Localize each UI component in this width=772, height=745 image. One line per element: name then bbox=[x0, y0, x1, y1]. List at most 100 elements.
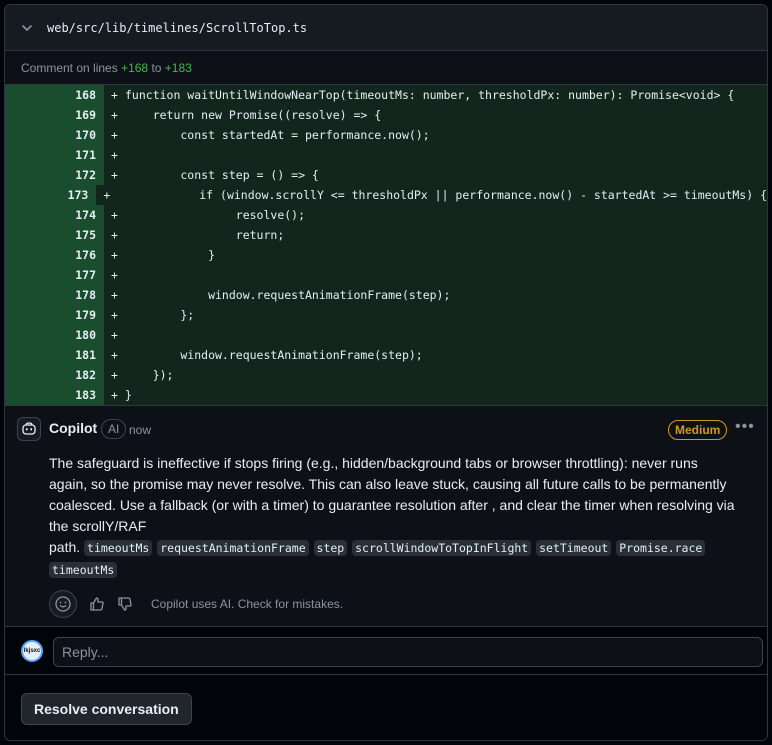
line-number[interactable]: 179 bbox=[5, 305, 104, 325]
line-number[interactable]: 175 bbox=[5, 225, 104, 245]
smiley-icon bbox=[55, 596, 71, 612]
diff-line[interactable]: 174 + resolve(); bbox=[5, 205, 767, 225]
copilot-avatar[interactable] bbox=[17, 417, 41, 441]
reply-input[interactable] bbox=[53, 637, 763, 667]
file-header[interactable]: web/src/lib/timelines/ScrollToTop.ts bbox=[5, 5, 767, 51]
code-text: resolve(); bbox=[125, 208, 306, 222]
diff-code-block: 168 + function waitUntilWindowNearTop(time… bbox=[5, 85, 767, 405]
diff-line[interactable]: 181 + window.requestAnimationFrame(step); bbox=[5, 345, 767, 365]
code-text: const startedAt = performance.now(); bbox=[125, 128, 430, 142]
line-number[interactable]: 180 bbox=[5, 325, 104, 345]
addition-marker: + bbox=[111, 168, 118, 182]
inline-code-ref: scrollWindowToTopInFlight bbox=[352, 540, 532, 556]
addition-marker: + bbox=[111, 88, 118, 102]
inline-code-ref: requestAnimationFrame bbox=[157, 540, 309, 556]
inline-code-ref: timeoutMs bbox=[84, 540, 153, 556]
comment-line-range: Comment on lines +168 to +183 bbox=[5, 51, 767, 85]
addition-marker: + bbox=[111, 368, 118, 382]
comment-on-label: Comment on lines bbox=[21, 60, 118, 75]
path-word: path. bbox=[49, 539, 81, 555]
diff-line[interactable]: 176 + } bbox=[5, 245, 767, 265]
line-number[interactable]: 169 bbox=[5, 105, 104, 125]
diff-line[interactable]: 177 + bbox=[5, 265, 767, 285]
inline-code-ref: setTimeout bbox=[536, 540, 612, 556]
thread-footer: Resolve conversation bbox=[5, 675, 767, 740]
addition-marker: + bbox=[111, 328, 118, 342]
addition-marker: + bbox=[111, 308, 118, 322]
thumbs-up-icon bbox=[90, 597, 104, 611]
addition-marker: + bbox=[111, 348, 118, 362]
copilot-icon bbox=[22, 422, 36, 435]
line-number[interactable]: 174 bbox=[5, 205, 104, 225]
line-number[interactable]: 170 bbox=[5, 125, 104, 145]
code-text: window.requestAnimationFrame(step); bbox=[125, 288, 451, 302]
line-range-end: +183 bbox=[164, 60, 192, 75]
code-text: const step = () => { bbox=[125, 168, 319, 182]
addition-marker: + bbox=[111, 128, 118, 142]
line-number[interactable]: 181 bbox=[5, 345, 104, 365]
diff-line[interactable]: 170 + const startedAt = performance.now()… bbox=[5, 125, 767, 145]
chevron-down-icon[interactable] bbox=[19, 20, 35, 36]
line-number[interactable]: 182 bbox=[5, 365, 104, 385]
code-text: }; bbox=[125, 308, 195, 322]
code-text: } bbox=[125, 248, 216, 262]
addition-marker: + bbox=[111, 248, 118, 262]
line-number[interactable]: 171 bbox=[5, 145, 104, 165]
comment-code-refs: path. timeoutMs requestAnimationFrame st… bbox=[49, 537, 749, 581]
diff-line[interactable]: 175 + return; bbox=[5, 225, 767, 245]
diff-line[interactable]: 168 + function waitUntilWindowNearTop(time… bbox=[5, 85, 767, 105]
line-number[interactable]: 172 bbox=[5, 165, 104, 185]
diff-line[interactable]: 183 +} bbox=[5, 385, 767, 405]
line-number[interactable]: 177 bbox=[5, 265, 104, 285]
diff-line[interactable]: 172 + const step = () => { bbox=[5, 165, 767, 185]
line-number[interactable]: 168 bbox=[5, 85, 104, 105]
line-number[interactable]: 173 bbox=[5, 185, 97, 205]
review-thread: web/src/lib/timelines/ScrollToTop.ts Com… bbox=[4, 4, 768, 741]
addition-marker: + bbox=[111, 208, 118, 222]
code-text: window.requestAnimationFrame(step); bbox=[125, 348, 423, 362]
diff-line[interactable]: 182 + }); bbox=[5, 365, 767, 385]
thumbs-down-button[interactable] bbox=[111, 590, 139, 618]
code-text: }); bbox=[125, 368, 174, 382]
thumbs-up-button[interactable] bbox=[83, 590, 111, 618]
addition-marker: + bbox=[103, 188, 111, 202]
comment-author[interactable]: Copilot bbox=[49, 420, 97, 436]
addition-marker: + bbox=[111, 288, 118, 302]
reply-area: lkjsxc bbox=[5, 627, 767, 675]
review-comment: Copilot AI now Medium ••• The safeguard … bbox=[5, 405, 767, 627]
code-text: function waitUntilWindowNearTop(timeoutM… bbox=[125, 88, 735, 102]
line-range-sep: to bbox=[151, 60, 162, 75]
more-options-icon[interactable]: ••• bbox=[735, 418, 755, 436]
code-text: } bbox=[125, 388, 132, 402]
add-reaction-button[interactable] bbox=[49, 590, 77, 618]
comment-body: The safeguard is ineffective if stops fi… bbox=[49, 455, 735, 534]
addition-marker: + bbox=[111, 148, 118, 162]
line-number[interactable]: 183 bbox=[5, 385, 104, 405]
code-text: if (window.scrollY <= thresholdPx || per… bbox=[116, 188, 767, 202]
diff-line[interactable]: 169 + return new Promise((resolve) => { bbox=[5, 105, 767, 125]
line-range-start: +168 bbox=[121, 60, 149, 75]
diff-line[interactable]: 180 + bbox=[5, 325, 767, 345]
diff-line[interactable]: 173 + if (window.scrollY <= thresholdPx |… bbox=[5, 185, 767, 205]
inline-code-ref: timeoutMs bbox=[49, 562, 118, 578]
addition-marker: + bbox=[111, 268, 118, 282]
user-avatar[interactable]: lkjsxc bbox=[21, 640, 43, 662]
diff-line[interactable]: 178 + window.requestAnimationFrame(step); bbox=[5, 285, 767, 305]
comment-timestamp[interactable]: now bbox=[129, 423, 151, 437]
addition-marker: + bbox=[111, 228, 118, 242]
severity-badge: Medium bbox=[668, 420, 728, 440]
line-number[interactable]: 178 bbox=[5, 285, 104, 305]
addition-marker: + bbox=[111, 388, 118, 402]
line-number[interactable]: 176 bbox=[5, 245, 104, 265]
code-text: return new Promise((resolve) => { bbox=[125, 108, 382, 122]
inline-code-ref: step bbox=[313, 540, 348, 556]
addition-marker: + bbox=[111, 108, 118, 122]
resolve-conversation-button[interactable]: Resolve conversation bbox=[21, 693, 192, 725]
thumbs-down-icon bbox=[118, 597, 132, 611]
diff-line[interactable]: 179 + }; bbox=[5, 305, 767, 325]
ai-badge: AI bbox=[101, 419, 127, 439]
file-path[interactable]: web/src/lib/timelines/ScrollToTop.ts bbox=[47, 21, 307, 35]
code-text: return; bbox=[125, 228, 285, 242]
reaction-bar: Copilot uses AI. Check for mistakes. bbox=[49, 590, 343, 618]
diff-line[interactable]: 171 + bbox=[5, 145, 767, 165]
